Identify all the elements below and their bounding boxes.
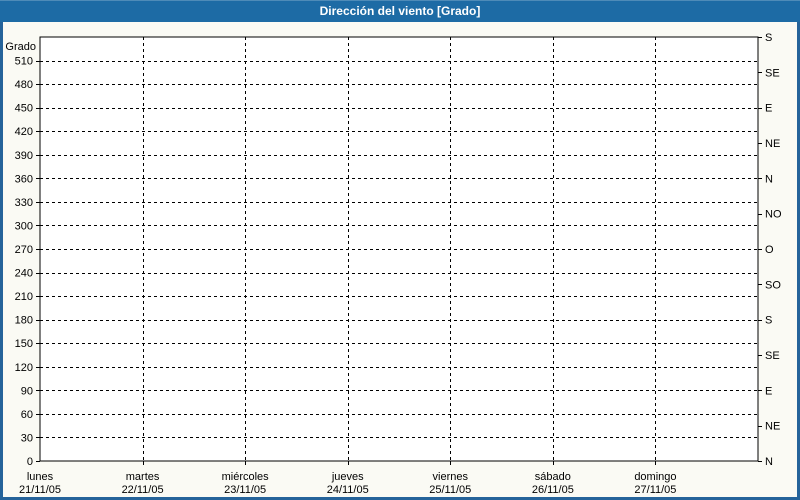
y-axis-tick-label: 120: [15, 362, 33, 374]
compass-tick-label: S: [765, 32, 772, 44]
chart-title-bar: Dirección del viento [Grado]: [0, 0, 800, 22]
day-date-label: 26/11/05: [532, 484, 574, 496]
day-name-label: lunes: [27, 471, 54, 483]
y-axis-tick-label: 0: [27, 456, 33, 468]
day-name-label: sábado: [535, 471, 571, 483]
y-axis-tick-label: 360: [15, 173, 33, 185]
y-axis-title: Grado: [5, 41, 36, 53]
y-axis-tick-label: 450: [15, 103, 33, 115]
y-axis-tick-label: 270: [15, 244, 33, 256]
day-date-label: 25/11/05: [429, 484, 471, 496]
compass-tick-label: E: [765, 385, 772, 397]
y-axis-tick-label: 210: [15, 291, 33, 303]
compass-tick-label: SE: [765, 67, 780, 79]
plot-area: [40, 37, 758, 461]
compass-tick-label: O: [765, 244, 774, 256]
y-axis-tick-label: 420: [15, 126, 33, 138]
day-date-label: 27/11/05: [634, 484, 676, 496]
wind-direction-chart-window: Dirección del viento [Grado] 0 30 60 90 120 1…: [0, 0, 800, 500]
y-axis-tick-label: 60: [21, 409, 33, 421]
day-date-label: 23/11/05: [224, 484, 266, 496]
day-name-label: viernes: [433, 471, 469, 483]
day-date-label: 22/11/05: [122, 484, 164, 496]
compass-tick-label: SE: [765, 350, 780, 362]
compass-tick-label: N: [765, 456, 773, 468]
y-axis-tick-label: 150: [15, 338, 33, 350]
y-axis-tick-label: 180: [15, 315, 33, 327]
wind-direction-chart: 0 30 60 90 120 150 180 210 240 270 300 330 360 390 420…: [0, 22, 800, 500]
y-axis-tick-label: 330: [15, 197, 33, 209]
y-axis-tick-label: 30: [21, 432, 33, 444]
y-axis-tick-label: 480: [15, 79, 33, 91]
day-name-label: domingo: [634, 471, 676, 483]
day-name-label: martes: [126, 471, 160, 483]
compass-tick-label: NE: [765, 138, 780, 150]
y-axis-tick-label: 240: [15, 268, 33, 280]
compass-tick-label: SO: [765, 279, 781, 291]
chart-title: Dirección del viento [Grado]: [320, 4, 481, 18]
compass-tick-label: NE: [765, 421, 780, 433]
compass-tick-label: NO: [765, 209, 782, 221]
y-axis-tick-label: 90: [21, 385, 33, 397]
y-axis-tick-label: 390: [15, 150, 33, 162]
compass-tick-label: N: [765, 173, 773, 185]
y-axis-tick-label: 300: [15, 220, 33, 232]
day-date-label: 24/11/05: [327, 484, 369, 496]
compass-tick-label: S: [765, 315, 772, 327]
day-date-label: 21/11/05: [19, 484, 61, 496]
y-axis-tick-label: 510: [15, 56, 33, 68]
day-name-label: miércoles: [222, 471, 270, 483]
compass-tick-label: E: [765, 103, 772, 115]
day-name-label: jueves: [331, 471, 364, 483]
